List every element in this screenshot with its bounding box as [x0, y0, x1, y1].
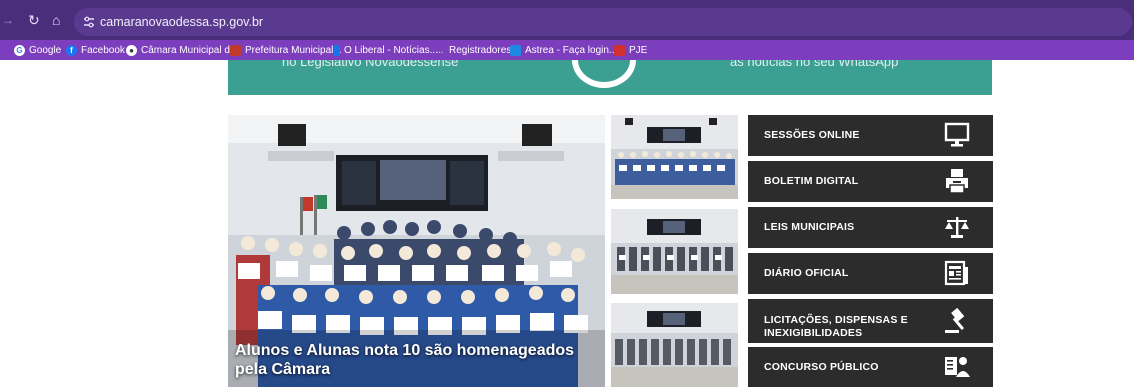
whatsapp-icon: [572, 60, 636, 88]
bookmark-pje[interactable]: PJE: [614, 42, 647, 58]
menu-label: SESSÕES ONLINE: [764, 129, 860, 141]
thumbnail-image: [611, 303, 738, 387]
bookmarks-bar: G Google f Facebook ● Câmara Municipal d…: [0, 40, 1134, 60]
menu-concurso-publico[interactable]: CONCURSO PÚBLICO: [748, 347, 993, 387]
whatsapp-banner[interactable]: no Legislativo Novaodessense as notícias…: [228, 60, 992, 95]
bookmark-label: Google: [29, 44, 62, 56]
printer-icon: [946, 169, 968, 194]
bookmark-icon: [334, 44, 340, 56]
featured-news-photo[interactable]: Alunos e Alunas nota 10 são homenageados…: [228, 115, 605, 387]
bookmark-label: Facebook: [81, 44, 125, 56]
url-text: camaranovaodessa.sp.gov.br: [100, 15, 264, 29]
bookmark-label: Registradores: [449, 44, 512, 56]
thumbnail-image: [611, 209, 738, 294]
menu-diario-oficial[interactable]: DIÁRIO OFICIAL: [748, 253, 993, 294]
bookmark-label: Câmara Municipal d...: [141, 44, 239, 56]
exam-icon: [945, 357, 970, 377]
crest-icon: [230, 44, 241, 56]
back-arrow-icon[interactable]: →: [2, 12, 14, 28]
menu-sessoes-online[interactable]: SESSÕES ONLINE: [748, 115, 993, 156]
facebook-icon: f: [66, 44, 77, 56]
menu-licitacoes[interactable]: LICITAÇÕES, DISPENSAS E INEXIGIBILIDADES: [748, 299, 993, 343]
menu-label: BOLETIM DIGITAL: [764, 175, 859, 187]
bookmark-facebook[interactable]: f Facebook: [66, 42, 125, 58]
featured-news-caption[interactable]: Alunos e Alunas nota 10 são homenageados…: [235, 341, 595, 379]
scales-icon: [945, 217, 969, 238]
menu-label: CONCURSO PÚBLICO: [764, 361, 879, 373]
menu-label: LEIS MUNICIPAIS: [764, 221, 855, 233]
menu-label: DIÁRIO OFICIAL: [764, 267, 849, 279]
bookmark-registradores[interactable]: … Registradores: [434, 42, 512, 58]
menu-boletim-digital[interactable]: BOLETIM DIGITAL: [748, 161, 993, 202]
pje-icon: [614, 44, 625, 56]
bookmark-prefeitura[interactable]: Prefeitura Municipal...: [230, 42, 342, 58]
bookmark-google[interactable]: G Google: [14, 42, 61, 58]
bookmark-label: Prefeitura Municipal...: [245, 44, 342, 56]
home-icon[interactable]: ⌂: [52, 12, 60, 28]
bookmark-label: PJE: [629, 44, 648, 56]
bookmark-oliberal[interactable]: O Liberal - Notícias...: [334, 42, 438, 58]
thumbnail-image: [611, 115, 738, 199]
banner-left-text: no Legislativo Novaodessense: [282, 60, 459, 69]
google-icon: G: [14, 44, 25, 56]
bookmark-astrea[interactable]: Astrea - Faça login...: [510, 42, 617, 58]
banner-right-text: as notícias no seu WhatsApp: [730, 60, 899, 69]
reload-icon[interactable]: ↻: [28, 12, 40, 28]
bookmark-camara[interactable]: ● Câmara Municipal d...: [126, 42, 238, 58]
menu-label: LICITAÇÕES, DISPENSAS E INEXIGIBILIDADES: [764, 314, 908, 339]
menu-leis-municipais[interactable]: LEIS MUNICIPAIS: [748, 207, 993, 248]
news-thumbnail-1[interactable]: [611, 115, 738, 199]
address-bar[interactable]: camaranovaodessa.sp.gov.br: [74, 8, 1132, 36]
site-info-icon[interactable]: [82, 15, 96, 29]
bookmark-label: O Liberal - Notícias...: [344, 44, 438, 56]
registry-icon: …: [435, 45, 444, 55]
bookmark-label: Astrea - Faça login...: [525, 44, 618, 56]
browser-toolbar: → ↻ ⌂ camaranovaodessa.sp.gov.br: [0, 0, 1134, 40]
globe-icon: ●: [126, 44, 137, 56]
astrea-icon: [510, 44, 521, 56]
newspaper-icon: [944, 260, 968, 286]
news-thumbnail-3[interactable]: [611, 303, 738, 387]
monitor-icon: [944, 122, 970, 147]
gavel-icon: [945, 307, 965, 333]
news-thumbnail-2[interactable]: [611, 209, 738, 294]
